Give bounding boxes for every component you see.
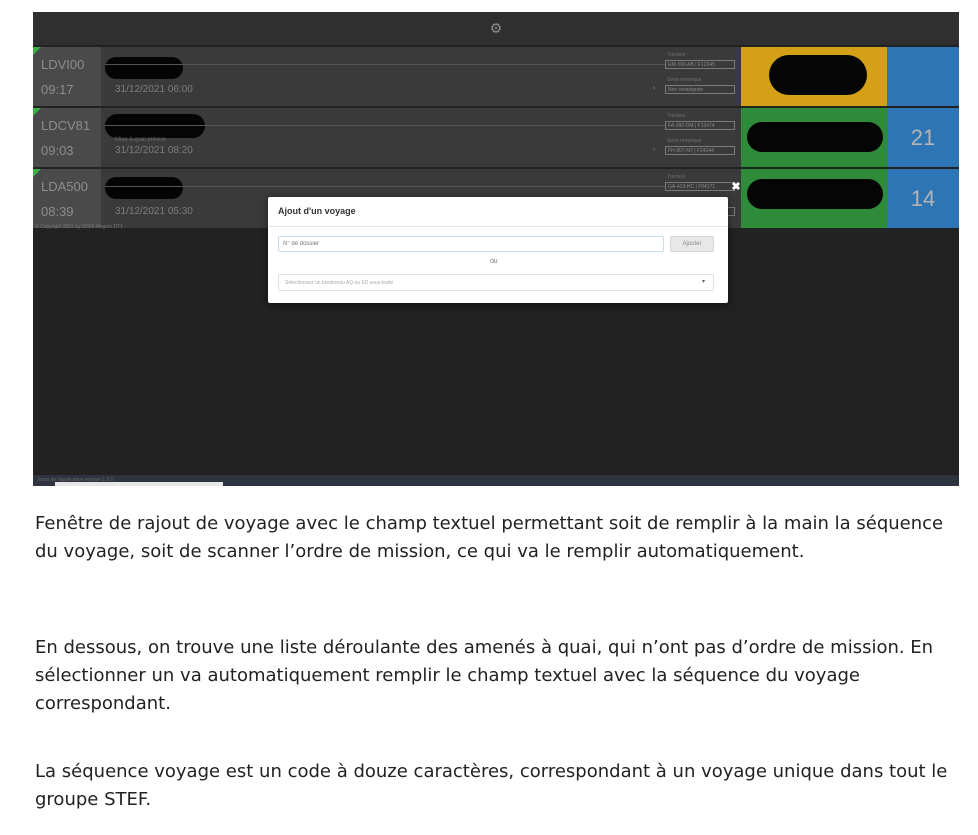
redacted-name: [105, 57, 183, 79]
status-flag: [33, 108, 41, 116]
status-panel: [741, 108, 887, 167]
chevron-right-icon[interactable]: ›: [653, 146, 655, 153]
chevron-right-icon[interactable]: ›: [653, 85, 655, 92]
counter-cell: 14: [887, 169, 959, 228]
trip-date: 31/12/2021 06:00: [115, 84, 193, 95]
tractor-label: Tracteur: [667, 52, 686, 58]
status-panel: [741, 169, 887, 228]
caption-paragraph-1: Fenêtre de rajout de voyage avec le cham…: [35, 513, 944, 562]
close-icon[interactable]: ✖: [730, 181, 742, 193]
trip-row[interactable]: LDCV81 09:03 Mise à quai prévue 31/12/20…: [33, 108, 959, 167]
trip-sublabel: Mise à quai prévue: [115, 137, 166, 143]
chevron-down-icon[interactable]: ▾: [702, 278, 705, 285]
trip-code-box: LDCV81 09:03: [33, 108, 101, 167]
trailer-field[interactable]: Non renseignée: [665, 85, 735, 94]
add-button[interactable]: Ajouter: [670, 236, 714, 252]
status-flag: [33, 47, 41, 55]
trip-time: 09:03: [41, 143, 74, 158]
status-panel: [741, 47, 887, 106]
redacted-name: [105, 177, 183, 199]
trip-time: 09:17: [41, 82, 74, 97]
redacted-name: [105, 114, 205, 138]
bottom-bar: Jours de l'application version 1.0.0: [33, 475, 959, 486]
trip-date: 31/12/2021 08:20: [115, 145, 193, 156]
trip-code-box: LDA500 08:39: [33, 169, 101, 228]
top-bar: ⚙: [33, 12, 959, 45]
select-placeholder: Sélectionnez un bordereau AQ ou ED sous-…: [285, 280, 394, 286]
modal-divider: [268, 226, 728, 227]
row-divider: [105, 186, 665, 187]
redacted-panel: [769, 55, 867, 95]
or-separator: OU: [490, 259, 498, 265]
trip-code: LDA500: [41, 179, 88, 194]
trailer-label: Semi-remorque: [667, 138, 702, 144]
row-divider: [105, 64, 665, 65]
bordereau-select[interactable]: Sélectionnez un bordereau AQ ou ED sous-…: [278, 274, 714, 291]
trip-date: 31/12/2021 05:30: [115, 206, 193, 217]
app-screenshot: ⚙ LDVI00 09:17 31/12/2021 06:00 › Tracte…: [33, 12, 959, 486]
counter-cell: [887, 47, 959, 106]
dossier-input[interactable]: [278, 236, 664, 252]
tractor-label: Tracteur: [667, 174, 686, 180]
trip-code: LDCV81: [41, 118, 91, 133]
copyright-text: © Copyright 2021 by STEF Region DT1: [35, 224, 123, 230]
trailer-field[interactable]: FH-807-NT | F24144: [665, 146, 735, 155]
status-flag: [33, 169, 41, 177]
counter-cell: 21: [887, 108, 959, 167]
tractor-label: Tracteur: [667, 113, 686, 119]
tractor-field[interactable]: GA-413-HC | F84171: [665, 182, 735, 191]
row-divider: [105, 125, 665, 126]
caption-paragraph-2: En dessous, on trouve une liste déroulan…: [35, 637, 934, 714]
trip-row[interactable]: LDVI00 09:17 31/12/2021 06:00 › Tracteur…: [33, 47, 959, 106]
gear-icon[interactable]: ⚙: [489, 21, 503, 35]
trip-code: LDVI00: [41, 57, 85, 72]
add-trip-modal: ✖ Ajout d'un voyage Ajouter OU Sélection…: [268, 181, 741, 303]
caption-paragraph-3: La séquence voyage est un code à douze c…: [35, 761, 948, 810]
redacted-panel: [747, 122, 883, 152]
bottom-indicator: [55, 482, 223, 486]
modal-title: Ajout d'un voyage: [278, 206, 356, 216]
redacted-panel: [747, 179, 883, 209]
tractor-field[interactable]: EM-390-AB | F12345: [665, 60, 735, 69]
trailer-label: Semi-remorque: [667, 77, 702, 83]
tractor-field[interactable]: FA-390-DM | F13474: [665, 121, 735, 130]
trip-time: 08:39: [41, 204, 74, 219]
trip-code-box: LDVI00 09:17: [33, 47, 101, 106]
